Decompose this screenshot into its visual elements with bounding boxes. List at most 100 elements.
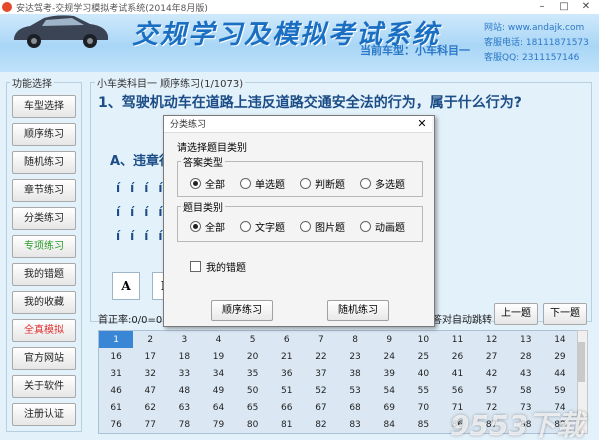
question-number-cell[interactable]: 84	[372, 416, 406, 433]
question-number-cell[interactable]: 55	[406, 382, 440, 399]
question-type-image-radio[interactable]: 图片题	[300, 219, 345, 234]
prev-question-button[interactable]: 上一题	[494, 303, 538, 325]
question-number-cell[interactable]: 44	[543, 365, 577, 382]
question-number-cell[interactable]: 17	[133, 348, 167, 365]
question-number-cell[interactable]: 50	[236, 382, 270, 399]
question-number-cell[interactable]: 5	[236, 331, 270, 348]
answer-type-judge-radio[interactable]: 判断题	[300, 176, 345, 191]
sidebar-item-mock-exam[interactable]: 全真模拟	[12, 319, 76, 342]
question-type-text-radio[interactable]: 文字题	[240, 219, 285, 234]
question-number-cell[interactable]: 85	[406, 416, 440, 433]
question-number-cell[interactable]: 38	[338, 365, 372, 382]
question-number-cell[interactable]: 48	[167, 382, 201, 399]
sidebar-item-register[interactable]: 注册认证	[12, 403, 76, 426]
sequential-practice-button[interactable]: 顺序练习	[211, 300, 273, 321]
question-number-cell[interactable]: 25	[406, 348, 440, 365]
question-number-cell[interactable]: 24	[372, 348, 406, 365]
question-number-cell[interactable]: 70	[406, 399, 440, 416]
question-number-cell[interactable]: 7	[304, 331, 338, 348]
question-number-cell[interactable]: 62	[133, 399, 167, 416]
question-number-cell[interactable]: 22	[304, 348, 338, 365]
question-number-cell[interactable]: 42	[475, 365, 509, 382]
question-number-cell[interactable]: 53	[338, 382, 372, 399]
question-number-cell[interactable]: 8	[338, 331, 372, 348]
question-number-cell[interactable]: 2	[133, 331, 167, 348]
question-number-cell[interactable]: 12	[475, 331, 509, 348]
sidebar-item-sequential[interactable]: 顺序练习	[12, 123, 76, 146]
next-question-button[interactable]: 下一题	[543, 303, 587, 325]
question-number-cell[interactable]: 16	[99, 348, 133, 365]
question-number-cell[interactable]: 66	[270, 399, 304, 416]
question-number-cell[interactable]: 33	[167, 365, 201, 382]
maximize-button[interactable]: □	[553, 0, 575, 14]
question-number-cell[interactable]: 80	[236, 416, 270, 433]
question-number-cell[interactable]: 40	[406, 365, 440, 382]
question-number-cell[interactable]: 27	[475, 348, 509, 365]
answer-type-multi-radio[interactable]: 多选题	[360, 176, 405, 191]
question-number-cell[interactable]: 83	[338, 416, 372, 433]
question-number-cell[interactable]: 32	[133, 365, 167, 382]
question-number-cell[interactable]: 41	[440, 365, 474, 382]
wrong-only-checkbox[interactable]: 我的错题	[190, 259, 246, 274]
website-link[interactable]: 网站: www.andajk.com	[484, 20, 584, 33]
question-number-cell[interactable]: 69	[372, 399, 406, 416]
question-number-cell[interactable]: 49	[201, 382, 235, 399]
question-number-cell[interactable]: 76	[99, 416, 133, 433]
question-number-cell[interactable]: 82	[304, 416, 338, 433]
question-number-cell[interactable]: 35	[236, 365, 270, 382]
question-number-cell[interactable]: 36	[270, 365, 304, 382]
question-number-cell[interactable]: 52	[304, 382, 338, 399]
question-type-animation-radio[interactable]: 动画题	[360, 219, 405, 234]
question-number-cell[interactable]: 31	[99, 365, 133, 382]
sidebar-item-category[interactable]: 分类练习	[12, 207, 76, 230]
question-number-cell[interactable]: 21	[270, 348, 304, 365]
question-number-cell[interactable]: 13	[509, 331, 543, 348]
question-number-cell[interactable]: 20	[236, 348, 270, 365]
answer-a-button[interactable]: A	[112, 272, 140, 300]
close-button[interactable]: ✕	[575, 0, 597, 14]
question-number-cell[interactable]: 19	[201, 348, 235, 365]
question-number-cell[interactable]: 77	[133, 416, 167, 433]
answer-type-single-radio[interactable]: 单选题	[240, 176, 285, 191]
question-number-cell[interactable]: 65	[236, 399, 270, 416]
random-practice-button[interactable]: 随机练习	[327, 300, 389, 321]
question-number-cell[interactable]: 56	[440, 382, 474, 399]
question-number-cell[interactable]: 64	[201, 399, 235, 416]
question-number-cell[interactable]: 26	[440, 348, 474, 365]
grid-scrollbar-thumb[interactable]	[578, 342, 585, 382]
question-number-cell[interactable]: 47	[133, 382, 167, 399]
question-number-cell[interactable]: 1	[99, 331, 134, 348]
sidebar-item-model-select[interactable]: 车型选择	[12, 95, 76, 118]
question-number-cell[interactable]: 29	[543, 348, 577, 365]
question-number-cell[interactable]: 79	[201, 416, 235, 433]
sidebar-item-random[interactable]: 随机练习	[12, 151, 76, 174]
sidebar-item-chapter[interactable]: 章节练习	[12, 179, 76, 202]
question-number-cell[interactable]: 37	[304, 365, 338, 382]
question-number-cell[interactable]: 51	[270, 382, 304, 399]
answer-type-all-radio[interactable]: 全部	[190, 176, 225, 191]
question-number-cell[interactable]: 59	[543, 382, 577, 399]
question-type-all-radio[interactable]: 全部	[190, 219, 225, 234]
sidebar-item-favorites[interactable]: 我的收藏	[12, 291, 76, 314]
sidebar-item-special[interactable]: 专项练习	[12, 235, 76, 258]
sidebar-item-official-site[interactable]: 官方网站	[12, 347, 76, 370]
question-number-cell[interactable]: 46	[99, 382, 133, 399]
question-number-cell[interactable]: 14	[543, 331, 577, 348]
question-number-cell[interactable]: 61	[99, 399, 133, 416]
question-number-cell[interactable]: 43	[509, 365, 543, 382]
question-number-cell[interactable]: 58	[509, 382, 543, 399]
question-number-cell[interactable]: 3	[167, 331, 201, 348]
question-number-cell[interactable]: 28	[509, 348, 543, 365]
question-number-cell[interactable]: 78	[167, 416, 201, 433]
question-number-cell[interactable]: 10	[406, 331, 440, 348]
question-number-cell[interactable]: 9	[372, 331, 406, 348]
question-number-cell[interactable]: 4	[201, 331, 235, 348]
question-number-cell[interactable]: 23	[338, 348, 372, 365]
question-number-cell[interactable]: 18	[167, 348, 201, 365]
question-number-cell[interactable]: 11	[440, 331, 474, 348]
question-number-cell[interactable]: 81	[270, 416, 304, 433]
question-number-cell[interactable]: 54	[372, 382, 406, 399]
question-number-cell[interactable]: 67	[304, 399, 338, 416]
question-number-cell[interactable]: 63	[167, 399, 201, 416]
question-number-cell[interactable]: 6	[270, 331, 304, 348]
